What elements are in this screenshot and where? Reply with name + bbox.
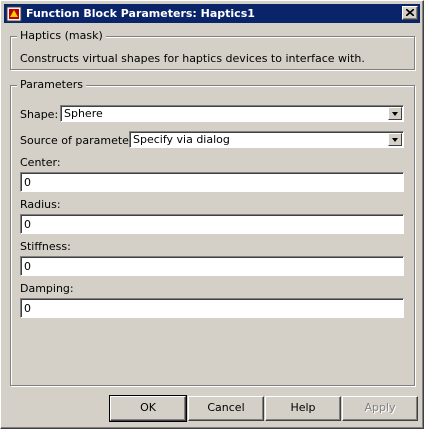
close-button[interactable] <box>402 6 418 20</box>
title-bar[interactable]: Function Block Parameters: Haptics1 <box>4 4 420 23</box>
ok-button[interactable]: OK <box>109 395 187 422</box>
radius-label: Radius: <box>20 198 61 211</box>
dropdown-arrow-icon[interactable] <box>388 107 402 120</box>
shape-label: Shape: <box>20 108 59 121</box>
stiffness-field[interactable]: 0 <box>20 256 404 276</box>
mask-group-legend: Haptics (mask) <box>17 29 106 42</box>
dropdown-arrow-icon[interactable] <box>388 133 402 146</box>
source-dropdown-value: Specify via dialog <box>133 133 230 146</box>
damping-field[interactable]: 0 <box>20 298 404 318</box>
shape-dropdown[interactable]: Sphere <box>60 105 404 122</box>
center-label: Center: <box>20 156 61 169</box>
dialog-window: Function Block Parameters: Haptics1 Hapt… <box>0 0 424 429</box>
simulink-block-icon <box>6 6 22 21</box>
parameters-group-legend: Parameters <box>17 78 86 91</box>
radius-field[interactable]: 0 <box>20 214 404 234</box>
close-icon <box>406 9 414 16</box>
damping-label: Damping: <box>20 282 74 295</box>
center-field[interactable]: 0 <box>20 172 404 192</box>
source-label: Source of parameters: <box>20 134 143 147</box>
window-title: Function Block Parameters: Haptics1 <box>26 7 255 20</box>
help-button[interactable]: Help <box>265 396 341 421</box>
shape-dropdown-value: Sphere <box>64 107 103 120</box>
mask-description-text: Constructs virtual shapes for haptics de… <box>20 52 365 65</box>
stiffness-label: Stiffness: <box>20 240 71 253</box>
apply-button[interactable]: Apply <box>342 396 418 421</box>
source-dropdown[interactable]: Specify via dialog <box>129 131 404 148</box>
mask-description-group: Haptics (mask) Constructs virtual shapes… <box>10 29 415 70</box>
cancel-button[interactable]: Cancel <box>188 396 264 421</box>
